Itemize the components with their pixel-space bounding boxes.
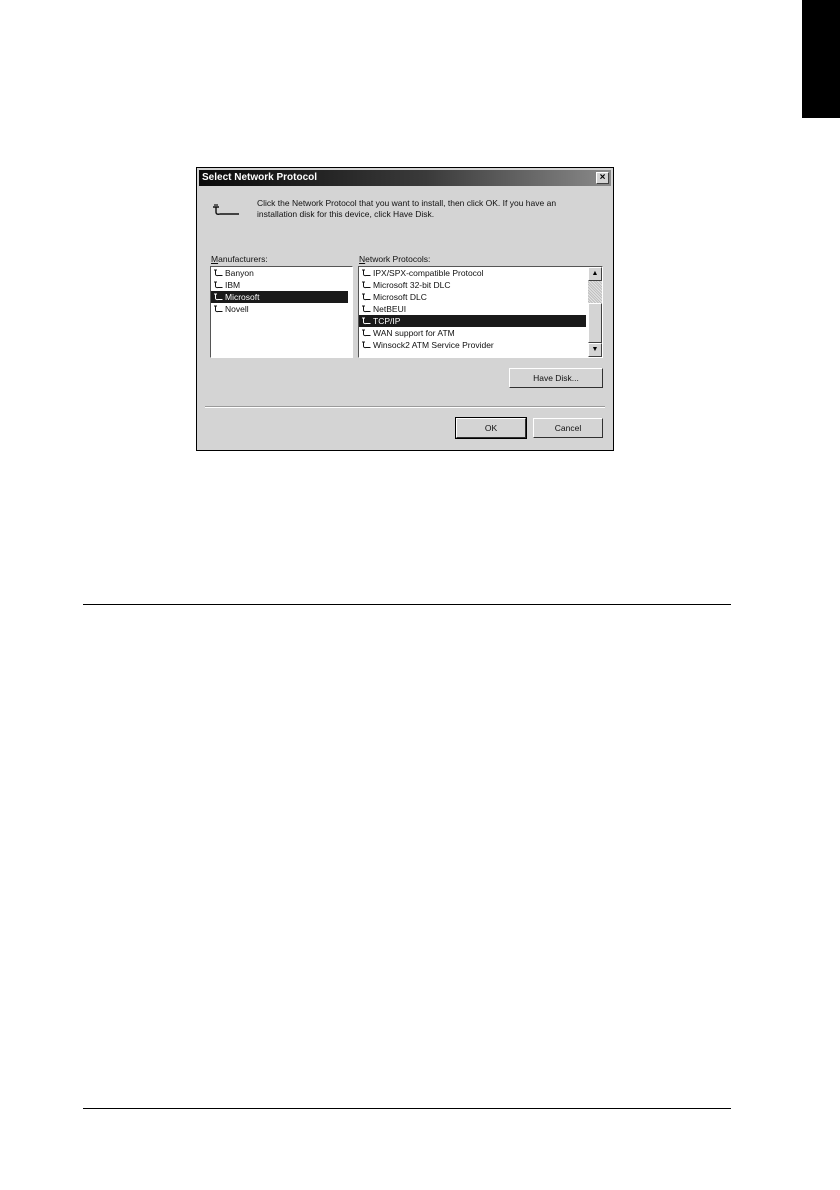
network-protocol-icon	[362, 317, 371, 325]
select-network-protocol-dialog: Select Network Protocol × Click the Netw…	[196, 167, 614, 451]
list-item[interactable]: IPX/SPX-compatible Protocol	[359, 267, 586, 279]
scroll-up-button[interactable]: ▲	[588, 267, 602, 281]
list-item-label: NetBEUI	[373, 304, 407, 314]
list-item[interactable]: WAN support for ATM	[359, 327, 586, 339]
have-disk-label: Have Disk...	[533, 373, 579, 383]
page-footer-rule	[83, 1108, 731, 1109]
list-item[interactable]: TCP/IP	[359, 315, 586, 327]
page-edge-tab	[802, 0, 840, 118]
list-item-label: IBM	[225, 280, 241, 290]
network-protocol-icon	[362, 281, 371, 289]
close-button[interactable]: ×	[596, 172, 609, 184]
dialog-titlebar: Select Network Protocol ×	[199, 170, 611, 186]
list-item-label: Microsoft DLC	[373, 292, 427, 302]
list-item[interactable]: Microsoft DLC	[359, 291, 586, 303]
list-item[interactable]: NetBEUI	[359, 303, 586, 315]
close-icon: ×	[599, 172, 606, 183]
network-protocol-icon	[214, 281, 223, 289]
cancel-button[interactable]: Cancel	[533, 418, 603, 438]
protocols-label: Network Protocols:	[359, 254, 431, 264]
instruction-text: Click the Network Protocol that you want…	[257, 198, 557, 219]
network-protocol-icon	[362, 305, 371, 313]
network-cable-icon	[213, 204, 239, 215]
manufacturers-label-text: anufacturers:	[218, 254, 268, 264]
list-item[interactable]: Winsock2 ATM Service Provider	[359, 339, 586, 351]
cancel-label: Cancel	[554, 423, 582, 433]
have-disk-button[interactable]: Have Disk...	[509, 368, 603, 388]
list-item-label: WAN support for ATM	[373, 328, 455, 338]
scroll-thumb[interactable]	[588, 303, 602, 343]
protocols-scrollbar[interactable]: ▲ ▼	[588, 267, 602, 357]
network-protocol-icon	[362, 329, 371, 337]
network-protocol-icon	[214, 305, 223, 313]
ok-button[interactable]: OK	[455, 417, 527, 439]
dialog-separator	[205, 406, 605, 408]
list-item-label: Microsoft 32-bit DLC	[373, 280, 451, 290]
manufacturers-label: Manufacturers:	[211, 254, 268, 264]
list-item-label: IPX/SPX-compatible Protocol	[373, 268, 484, 278]
list-item-label: Novell	[225, 304, 249, 314]
dialog-title: Select Network Protocol	[202, 172, 318, 183]
network-protocol-icon	[214, 269, 223, 277]
list-item-label: Banyon	[225, 268, 254, 278]
list-item[interactable]: Microsoft 32-bit DLC	[359, 279, 586, 291]
list-item[interactable]: IBM	[211, 279, 348, 291]
network-protocol-icon	[214, 293, 223, 301]
protocols-label-text: etwork Protocols:	[365, 254, 431, 264]
manufacturers-listbox[interactable]: Banyon IBM Microsoft Novell	[210, 266, 353, 358]
network-protocol-icon	[362, 269, 371, 277]
list-item[interactable]: Microsoft	[211, 291, 348, 303]
scroll-down-button[interactable]: ▼	[588, 343, 602, 357]
ok-label: OK	[484, 423, 498, 433]
list-item-label: Winsock2 ATM Service Provider	[373, 340, 494, 350]
page-divider	[83, 604, 731, 605]
list-item-label: Microsoft	[225, 292, 260, 302]
network-protocol-icon	[362, 293, 371, 301]
list-item[interactable]: Novell	[211, 303, 348, 315]
arrow-down-icon: ▼	[591, 346, 599, 353]
protocols-listbox[interactable]: IPX/SPX-compatible Protocol Microsoft 32-…	[358, 266, 603, 358]
network-protocol-icon	[362, 341, 371, 349]
list-item[interactable]: Banyon	[211, 267, 348, 279]
list-item-label: TCP/IP	[373, 316, 401, 326]
arrow-up-icon: ▲	[591, 270, 599, 277]
